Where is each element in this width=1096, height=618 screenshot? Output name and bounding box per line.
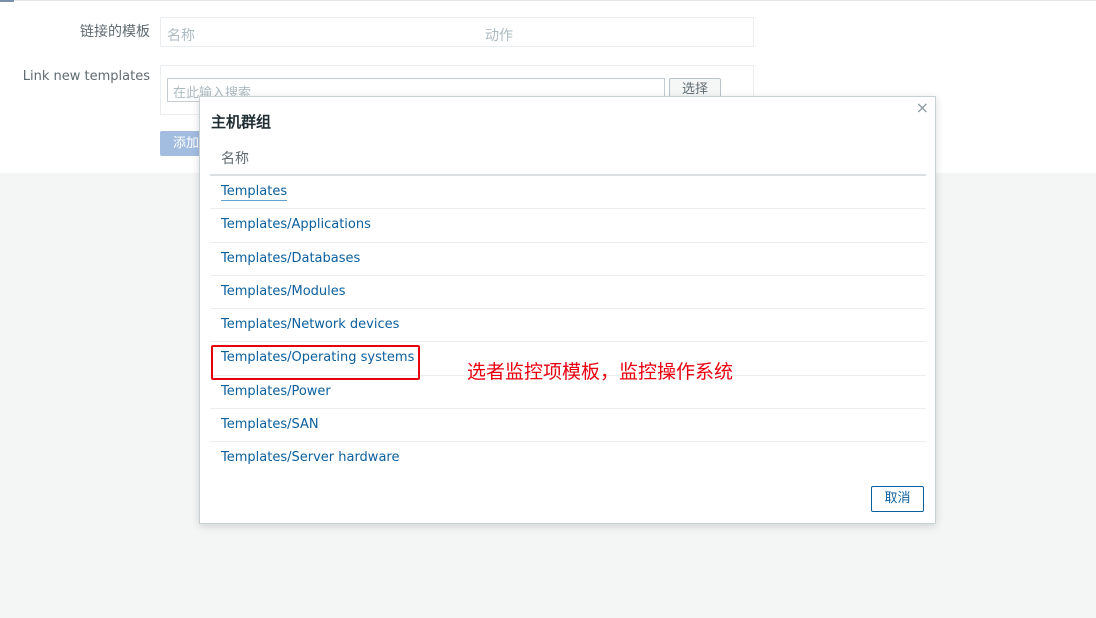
list-item: Templates bbox=[210, 176, 926, 210]
list-item: Templates/SAN bbox=[210, 409, 926, 443]
host-group-link[interactable]: Templates/Server hardware bbox=[221, 450, 399, 465]
host-group-link[interactable]: Templates/Applications bbox=[221, 217, 371, 232]
linked-col-name: 名称 bbox=[167, 28, 195, 44]
host-group-list: 名称 Templates Templates/Applications Temp… bbox=[210, 144, 926, 476]
list-item: Templates/Applications bbox=[210, 209, 926, 243]
dialog-title: 主机群组 bbox=[211, 113, 272, 131]
list-item: Templates/Network devices bbox=[210, 309, 926, 343]
annotation-text: 选者监控项模板，监控操作系统 bbox=[467, 361, 734, 383]
list-item: Templates/Databases bbox=[210, 243, 926, 276]
host-group-link[interactable]: Templates/Power bbox=[221, 384, 331, 399]
top-divider bbox=[0, 0, 1096, 1]
linked-col-action: 动作 bbox=[485, 28, 513, 44]
close-icon[interactable]: × bbox=[916, 100, 929, 116]
annotation-highlight-box bbox=[211, 345, 420, 380]
link-new-templates-label: Link new templates bbox=[22, 69, 150, 84]
active-tab-indicator bbox=[0, 0, 14, 2]
list-item: Templates/Modules bbox=[210, 276, 926, 310]
column-header-name: 名称 bbox=[210, 144, 926, 176]
host-group-link[interactable]: Templates bbox=[221, 184, 288, 201]
list-item: Templates/Server hardware bbox=[210, 442, 926, 475]
host-group-dialog: 主机群组 × 名称 Templates Templates/Applicatio… bbox=[199, 96, 936, 524]
host-group-link[interactable]: Templates/Network devices bbox=[221, 317, 399, 332]
linked-templates-table: 名称 动作 bbox=[160, 17, 754, 47]
host-group-link[interactable]: Templates/Databases bbox=[221, 251, 360, 266]
host-group-link[interactable]: Templates/SAN bbox=[221, 417, 319, 432]
linked-templates-label: 链接的模板 bbox=[80, 24, 150, 40]
host-group-link[interactable]: Templates/Modules bbox=[221, 284, 346, 299]
cancel-button[interactable]: 取消 bbox=[871, 486, 924, 512]
